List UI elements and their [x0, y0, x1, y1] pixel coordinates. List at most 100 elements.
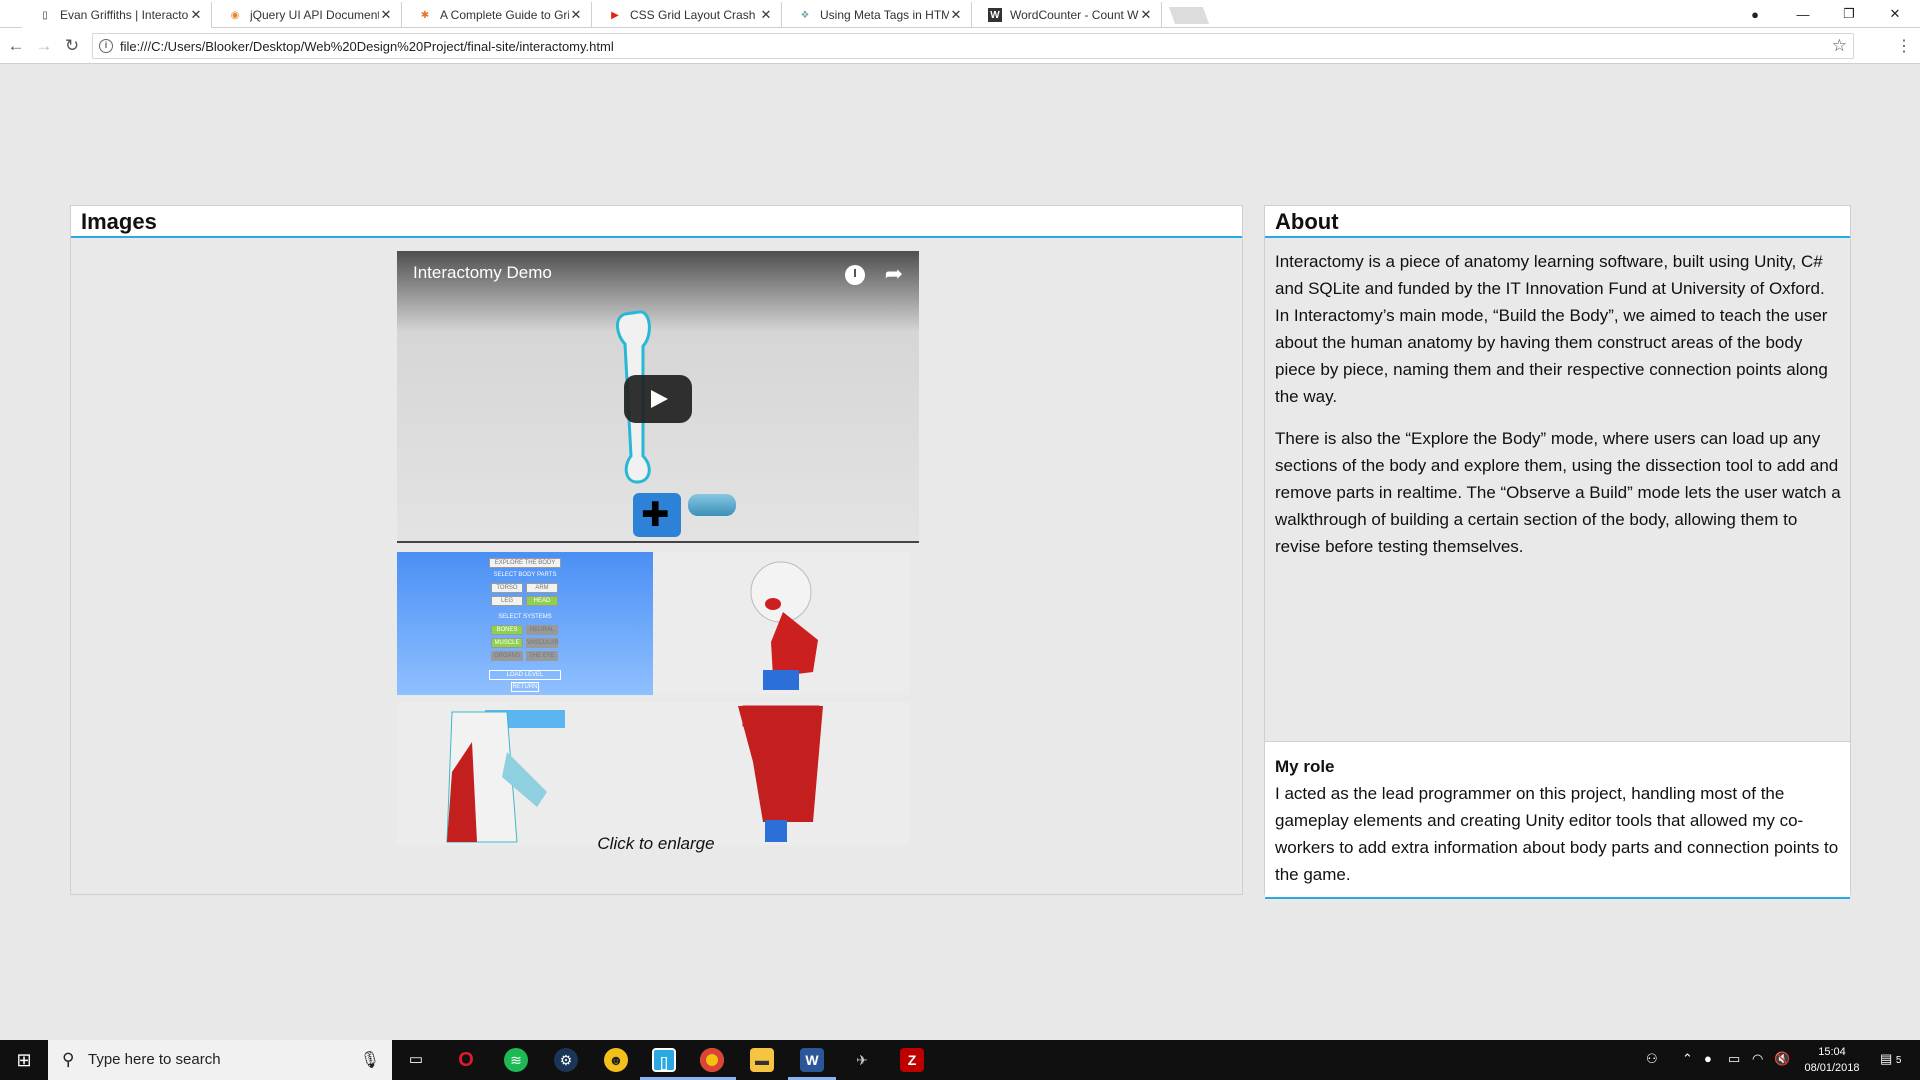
menu-option: LEG — [491, 596, 523, 606]
volume-muted-icon[interactable]: 🔇 — [1774, 1051, 1790, 1067]
menu-option: TORSO — [491, 583, 523, 593]
thumbnail-explore-menu[interactable]: EXPLORE THE BODY SELECT BODY PARTS TORSO… — [397, 552, 653, 695]
tray-expand-icon[interactable]: ⌃ — [1682, 1051, 1693, 1067]
taskbar-search[interactable]: ⚲ Type here to search 🎙 — [48, 1040, 392, 1080]
tab-title: Using Meta Tags in HTM — [820, 8, 949, 22]
my-role-section: My role I acted as the lead programmer o… — [1265, 741, 1850, 899]
close-icon[interactable]: ✕ — [379, 7, 393, 23]
close-icon[interactable]: ✕ — [759, 7, 773, 23]
new-tab-button[interactable] — [1168, 7, 1210, 24]
css-tricks-icon: ✱ — [420, 9, 430, 21]
close-icon[interactable]: ✕ — [949, 7, 963, 23]
bracket-app-icon[interactable]: [] — [652, 1048, 676, 1072]
images-heading: Images — [71, 206, 1242, 238]
restore-button[interactable]: ❐ — [1826, 0, 1872, 28]
menu-option: ARM — [526, 583, 558, 593]
browser-menu-icon[interactable]: ⋮ — [1896, 36, 1912, 56]
notification-count: 5 — [1895, 1055, 1902, 1066]
play-button[interactable] — [624, 375, 692, 423]
tab-title: CSS Grid Layout Crash C — [630, 8, 759, 22]
clock-date: 08/01/2018 — [1804, 1062, 1860, 1074]
menu-option: MUSCLE — [491, 638, 523, 648]
wifi-icon[interactable]: ◠ — [1752, 1051, 1763, 1067]
menu-option: VASCULAR — [526, 638, 559, 648]
tab-wordcounter[interactable]: W WordCounter - Count W ✕ — [972, 2, 1162, 28]
tab-jquery-ui[interactable]: ◉ jQuery UI API Document ✕ — [212, 2, 402, 28]
menu-option: HEAD — [526, 596, 558, 606]
menu-option: ORGANS — [491, 651, 523, 661]
minimize-button[interactable]: — — [1780, 0, 1826, 28]
youtube-icon: ▶ — [611, 9, 619, 21]
url-text: file:///C:/Users/Blooker/Desktop/Web%20D… — [120, 39, 614, 54]
forward-button[interactable]: → — [34, 36, 54, 56]
close-icon[interactable]: ✕ — [569, 7, 583, 23]
clock-time: 15:04 — [1818, 1046, 1846, 1058]
tab-title: A Complete Guide to Gri — [440, 8, 569, 22]
steam-icon[interactable]: ⚙ — [554, 1048, 578, 1072]
task-view-icon[interactable]: ▭ — [404, 1048, 428, 1072]
torso-model-image — [446, 710, 565, 843]
tab-title: jQuery UI API Document — [250, 8, 379, 22]
skull-model-image — [750, 561, 818, 690]
bookmark-star-icon[interactable]: ☆ — [1832, 36, 1847, 56]
about-card: About Interactomy is a piece of anatomy … — [1264, 205, 1851, 899]
video-title: Interactomy Demo — [413, 263, 552, 282]
menu-title: EXPLORE THE BODY — [489, 558, 561, 568]
search-placeholder: Type here to search — [88, 1051, 221, 1068]
about-paragraph: There is also the “Explore the Body” mod… — [1275, 429, 1841, 556]
thumbnail-dissection[interactable] — [653, 702, 909, 845]
close-icon[interactable]: ✕ — [189, 7, 203, 23]
role-heading: My role — [1275, 757, 1335, 776]
browser-toolbar: ← → ↻ i file:///C:/Users/Blooker/Desktop… — [0, 28, 1920, 64]
word-icon[interactable]: W — [800, 1048, 824, 1072]
meta-icon: ❖ — [800, 9, 810, 21]
menu-return-button: RETURN — [511, 682, 539, 692]
document-icon: ▯ — [42, 9, 48, 21]
tab-title: Evan Griffiths | Interacto — [60, 8, 189, 22]
tab-grid-guide[interactable]: ✱ A Complete Guide to Gri ✕ — [402, 2, 592, 28]
tray-app-icon[interactable]: ● — [1704, 1051, 1712, 1066]
file-explorer-icon[interactable]: ▬ — [750, 1048, 774, 1072]
close-icon[interactable]: ✕ — [1139, 7, 1153, 23]
about-text: Interactomy is a piece of anatomy learni… — [1275, 248, 1841, 560]
watch-later-icon[interactable] — [845, 265, 865, 285]
spotify-icon[interactable]: ≋ — [504, 1048, 528, 1072]
thumbnail-skull[interactable] — [653, 552, 909, 695]
filezilla-icon[interactable]: Z — [900, 1048, 924, 1072]
tab-css-grid-video[interactable]: ▶ CSS Grid Layout Crash C ✕ — [592, 2, 782, 28]
info-icon[interactable]: i — [99, 39, 113, 53]
microphone-icon[interactable]: 🎙 — [360, 1050, 380, 1070]
window-close-button[interactable]: ✕ — [1872, 0, 1918, 28]
menu-label: SELECT BODY PARTS — [493, 572, 557, 578]
opera-icon[interactable]: O — [454, 1048, 478, 1072]
jquery-icon: ◉ — [230, 9, 240, 21]
thumbnail-torso[interactable] — [397, 702, 653, 845]
reload-button[interactable]: ↻ — [62, 36, 82, 56]
emoji-app-icon[interactable]: ☻ — [604, 1048, 628, 1072]
share-icon[interactable]: ➦ — [885, 261, 903, 287]
menu-option: NEURAL — [526, 625, 558, 635]
address-bar[interactable]: i file:///C:/Users/Blooker/Desktop/Web%2… — [92, 33, 1854, 59]
profile-icon[interactable]: ● — [1732, 0, 1778, 28]
images-caption: Click to enlarge — [597, 834, 715, 853]
video-player[interactable]: Interactomy Demo ➦ — [397, 251, 919, 543]
scalpel-icon — [688, 494, 736, 516]
people-icon[interactable]: ⚇ — [1646, 1051, 1658, 1067]
menu-label: SELECT SYSTEMS — [498, 614, 552, 620]
notifications-icon[interactable]: ▤ 5 — [1880, 1051, 1901, 1067]
about-paragraph: Interactomy is a piece of anatomy learni… — [1275, 252, 1828, 406]
windows-start-icon[interactable]: ⊞ — [12, 1048, 36, 1072]
puzzle-icon — [633, 493, 681, 537]
game-app-icon[interactable]: ✈ — [850, 1048, 874, 1072]
tab-strip: ▯ Evan Griffiths | Interacto ✕ ◉ jQuery … — [0, 0, 1920, 28]
menu-load-button: LOAD LEVEL — [489, 670, 561, 680]
wordcounter-icon: W — [988, 8, 1002, 22]
chrome-icon[interactable] — [700, 1048, 724, 1072]
battery-icon[interactable]: ▭ — [1728, 1051, 1740, 1067]
taskbar-clock[interactable]: 15:04 08/01/2018 — [1804, 1044, 1860, 1076]
back-button[interactable]: ← — [6, 36, 26, 56]
tab-meta-tags[interactable]: ❖ Using Meta Tags in HTM ✕ — [782, 2, 972, 28]
images-card: Images Interactomy Demo ➦ EXPLORE THE BO… — [70, 205, 1243, 895]
tab-interactomy[interactable]: ▯ Evan Griffiths | Interacto ✕ — [22, 2, 212, 28]
taskbar: ⊞ ⚲ Type here to search 🎙 ▭ O ≋ ⚙ ☻ [] ▬… — [0, 1040, 1920, 1080]
